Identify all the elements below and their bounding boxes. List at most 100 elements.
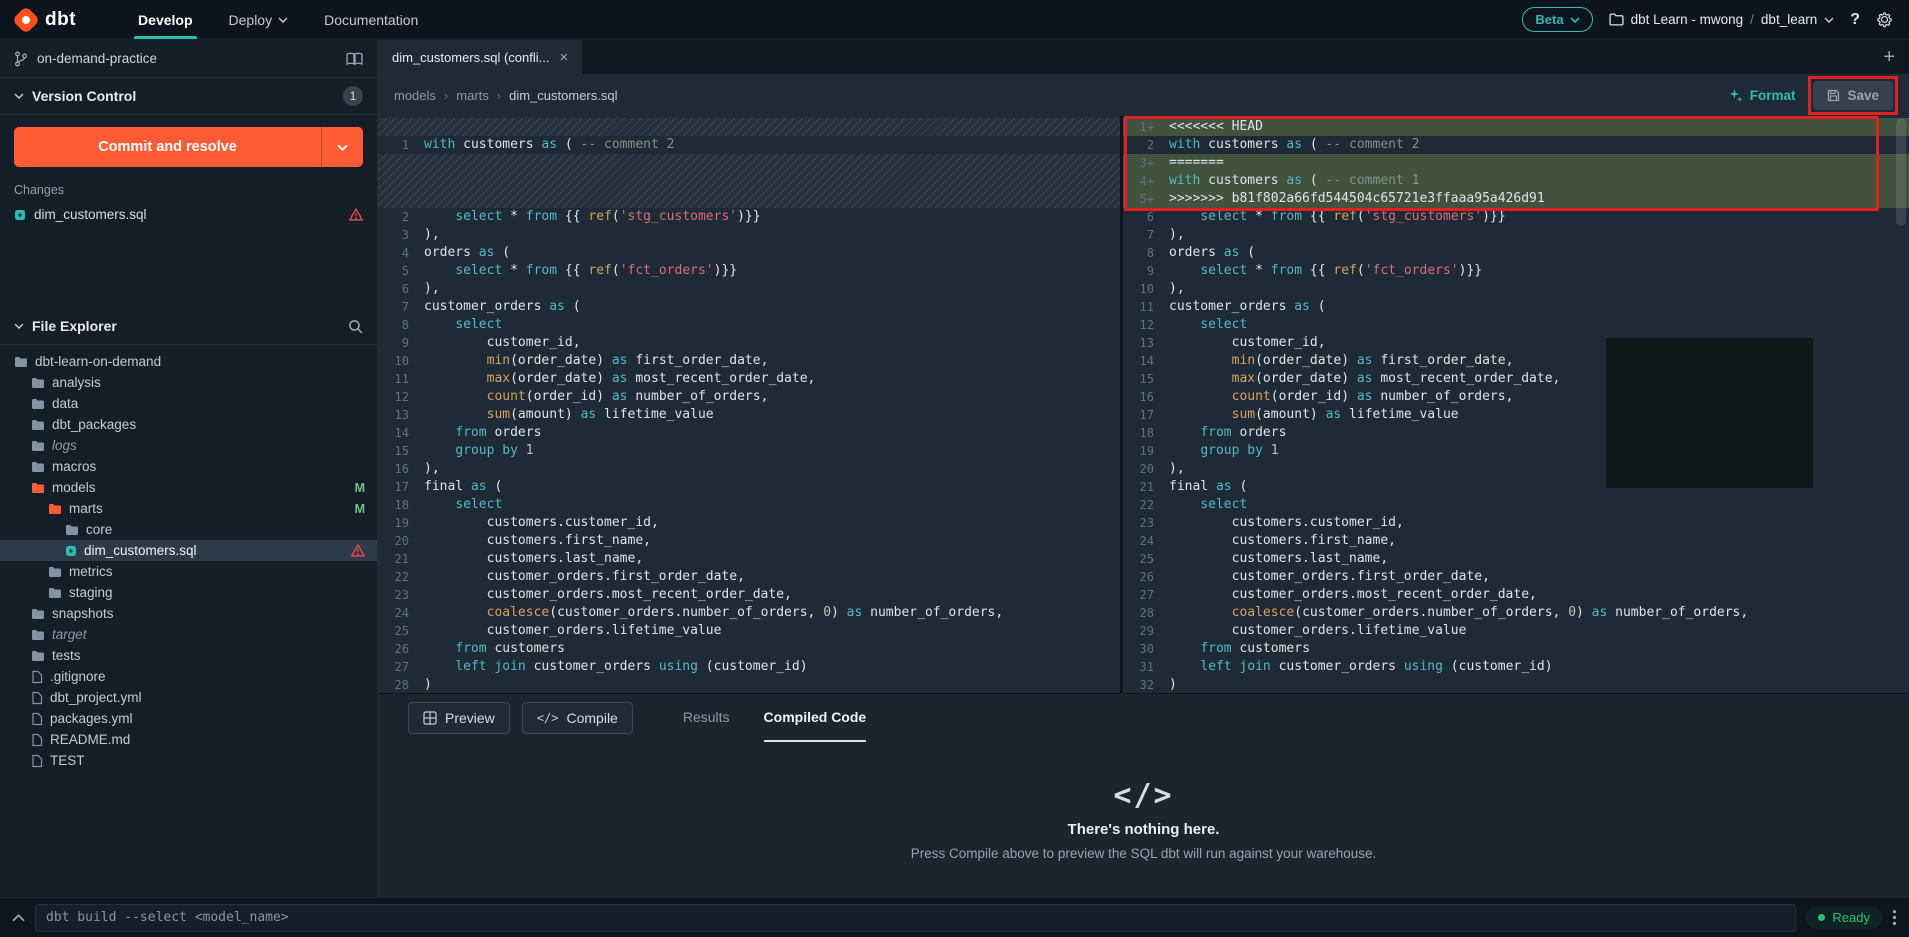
tree-item-data[interactable]: data xyxy=(0,393,377,414)
help-icon[interactable]: ? xyxy=(1850,11,1860,29)
code-line[interactable]: 2 select * from {{ ref('stg_customers')}… xyxy=(378,208,1120,226)
search-icon[interactable] xyxy=(348,319,363,334)
code-line[interactable]: 17final as ( xyxy=(378,478,1120,496)
tree-item-.gitignore[interactable]: .gitignore xyxy=(0,666,377,687)
breadcrumb-item[interactable]: models xyxy=(394,88,436,103)
code-line[interactable]: 1+<<<<<<< HEAD xyxy=(1123,118,1909,136)
nav-deploy[interactable]: Deploy xyxy=(211,0,307,39)
code-line[interactable]: 10 min(order_date) as first_order_date, xyxy=(378,352,1120,370)
breadcrumb-item[interactable]: marts xyxy=(456,88,489,103)
code-line[interactable]: 7customer_orders as ( xyxy=(378,298,1120,316)
code-line[interactable]: 28 coalesce(customer_orders.number_of_or… xyxy=(1123,604,1909,622)
format-button[interactable]: Format xyxy=(1728,88,1796,103)
tree-item-dbt_project.yml[interactable]: dbt_project.yml xyxy=(0,687,377,708)
code-line[interactable]: 23 customer_orders.most_recent_order_dat… xyxy=(378,586,1120,604)
code-line[interactable]: 20 customers.first_name, xyxy=(378,532,1120,550)
code-line[interactable]: 6), xyxy=(378,280,1120,298)
code-line[interactable]: 32) xyxy=(1123,676,1909,693)
code-line[interactable]: 6 select * from {{ ref('stg_customers')}… xyxy=(1123,208,1909,226)
tree-item-dim_customers.sql[interactable]: dim_customers.sql xyxy=(0,540,377,561)
tab-compiled-code[interactable]: Compiled Code xyxy=(764,694,867,742)
version-control-header[interactable]: Version Control 1 xyxy=(0,78,377,115)
code-line[interactable]: 11customer_orders as ( xyxy=(1123,298,1909,316)
code-line[interactable]: 21final as ( xyxy=(1123,478,1909,496)
code-line[interactable]: 14 min(order_date) as first_order_date, xyxy=(1123,352,1909,370)
breadcrumb-item[interactable]: dim_customers.sql xyxy=(509,88,617,103)
new-tab-plus-icon[interactable]: + xyxy=(1869,40,1909,74)
code-line[interactable]: 18 from orders xyxy=(1123,424,1909,442)
code-line[interactable]: 19 customers.customer_id, xyxy=(378,514,1120,532)
code-line[interactable]: 24 coalesce(customer_orders.number_of_or… xyxy=(378,604,1120,622)
docs-book-icon[interactable] xyxy=(346,52,363,66)
code-line[interactable]: 27 left join customer_orders using (cust… xyxy=(378,658,1120,676)
beta-toggle[interactable]: Beta xyxy=(1522,7,1592,32)
code-line[interactable]: 16 count(order_id) as number_of_orders, xyxy=(1123,388,1909,406)
code-line[interactable]: 26 from customers xyxy=(378,640,1120,658)
tree-item-dbt_packages[interactable]: dbt_packages xyxy=(0,414,377,435)
changed-file-dim_customers[interactable]: dim_customers.sql xyxy=(14,207,363,222)
save-button[interactable]: Save xyxy=(1813,81,1893,110)
nav-develop[interactable]: Develop xyxy=(120,0,210,39)
code-line[interactable]: 20), xyxy=(1123,460,1909,478)
tree-item-README.md[interactable]: README.md xyxy=(0,729,377,750)
code-line[interactable]: 2with customers as ( -- comment 2 xyxy=(1123,136,1909,154)
code-line[interactable]: 31 left join customer_orders using (cust… xyxy=(1123,658,1909,676)
code-line[interactable]: 25 customer_orders.lifetime_value xyxy=(378,622,1120,640)
tree-item-analysis[interactable]: analysis xyxy=(0,372,377,393)
commit-and-resolve-button[interactable]: Commit and resolve xyxy=(14,127,321,167)
code-line[interactable]: 1with customers as ( -- comment 2 xyxy=(378,136,1120,154)
tree-item-models[interactable]: modelsM xyxy=(0,477,377,498)
code-line[interactable]: 25 customers.last_name, xyxy=(1123,550,1909,568)
settings-gear-icon[interactable] xyxy=(1876,11,1893,28)
tree-item-target[interactable]: target xyxy=(0,624,377,645)
dbt-logo[interactable]: dbt xyxy=(0,0,92,39)
code-line[interactable]: 11 max(order_date) as most_recent_order_… xyxy=(378,370,1120,388)
tab-dim_customers[interactable]: dim_customers.sql (confli... × xyxy=(378,40,582,74)
code-line[interactable]: 18 select xyxy=(378,496,1120,514)
code-line[interactable]: 12 count(order_id) as number_of_orders, xyxy=(378,388,1120,406)
code-line[interactable]: 10), xyxy=(1123,280,1909,298)
branch-selector[interactable]: on-demand-practice xyxy=(0,40,377,78)
tree-item-packages.yml[interactable]: packages.yml xyxy=(0,708,377,729)
editor-scrollbar-thumb[interactable] xyxy=(1896,118,1906,226)
account-project-selector[interactable]: dbt Learn - mwong / dbt_learn xyxy=(1609,12,1835,27)
code-line[interactable]: 22 select xyxy=(1123,496,1909,514)
status-ready[interactable]: Ready xyxy=(1806,906,1882,929)
nav-documentation[interactable]: Documentation xyxy=(306,0,436,39)
kebab-menu-icon[interactable] xyxy=(1892,909,1897,926)
tab-results[interactable]: Results xyxy=(683,694,730,742)
chevron-up-icon[interactable] xyxy=(12,914,25,922)
close-tab-icon[interactable]: × xyxy=(560,50,569,65)
code-line[interactable]: 22 customer_orders.first_order_date, xyxy=(378,568,1120,586)
commit-options-caret[interactable] xyxy=(321,127,363,167)
code-line[interactable]: 17 sum(amount) as lifetime_value xyxy=(1123,406,1909,424)
code-line[interactable]: 23 customers.customer_id, xyxy=(1123,514,1909,532)
code-line[interactable]: 5+>>>>>>> b81f802a66fd544504c65721e3ffaa… xyxy=(1123,190,1909,208)
code-line[interactable]: 13 sum(amount) as lifetime_value xyxy=(378,406,1120,424)
compile-button[interactable]: </> Compile xyxy=(522,702,633,734)
code-line[interactable]: 21 customers.last_name, xyxy=(378,550,1120,568)
code-line[interactable]: 9 customer_id, xyxy=(378,334,1120,352)
tree-item-snapshots[interactable]: snapshots xyxy=(0,603,377,624)
code-line[interactable]: 4orders as ( xyxy=(378,244,1120,262)
code-line[interactable]: 19 group by 1 xyxy=(1123,442,1909,460)
tree-item-dbt-learn-on-demand[interactable]: dbt-learn-on-demand xyxy=(0,351,377,372)
command-input[interactable] xyxy=(35,904,1796,932)
code-line[interactable]: 3+======= xyxy=(1123,154,1909,172)
code-line[interactable]: 30 from customers xyxy=(1123,640,1909,658)
tree-item-marts[interactable]: martsM xyxy=(0,498,377,519)
code-line[interactable]: 14 from orders xyxy=(378,424,1120,442)
code-line[interactable]: 24 customers.first_name, xyxy=(1123,532,1909,550)
tree-item-logs[interactable]: logs xyxy=(0,435,377,456)
tree-item-macros[interactable]: macros xyxy=(0,456,377,477)
code-line[interactable]: 29 customer_orders.lifetime_value xyxy=(1123,622,1909,640)
tree-item-core[interactable]: core xyxy=(0,519,377,540)
code-line[interactable]: 15 max(order_date) as most_recent_order_… xyxy=(1123,370,1909,388)
preview-button[interactable]: Preview xyxy=(408,702,510,734)
tree-item-staging[interactable]: staging xyxy=(0,582,377,603)
code-line[interactable]: 5 select * from {{ ref('fct_orders')}} xyxy=(378,262,1120,280)
code-line[interactable]: 12 select xyxy=(1123,316,1909,334)
code-line[interactable]: 3), xyxy=(378,226,1120,244)
code-line[interactable]: 28) xyxy=(378,676,1120,693)
code-line[interactable]: 9 select * from {{ ref('fct_orders')}} xyxy=(1123,262,1909,280)
